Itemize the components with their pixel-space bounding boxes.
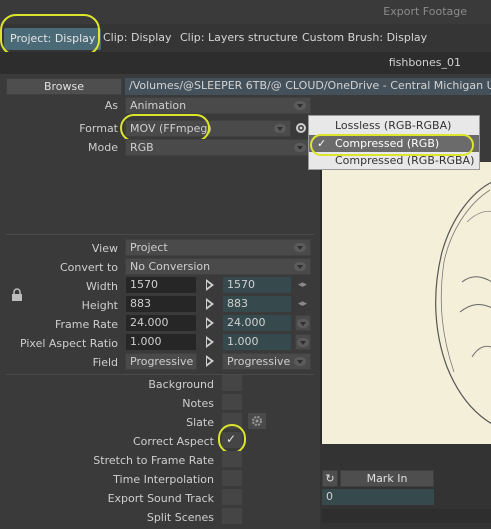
chevron-down-icon <box>294 357 306 366</box>
refresh-icon[interactable]: ↻ <box>322 470 338 487</box>
tab-custom-brush-display[interactable]: Custom Brush: Display <box>302 31 427 44</box>
tab-clip-display[interactable]: Clip: Display <box>103 31 172 44</box>
pixel-aspect-target-field[interactable]: 1.000 <box>223 334 291 350</box>
background-checkbox[interactable] <box>222 375 242 391</box>
frame-rate-target-field[interactable]: 24.000 <box>223 315 291 331</box>
stretch-frame-rate-checkbox[interactable] <box>222 451 242 467</box>
correct-aspect-label: Correct Aspect <box>132 435 214 448</box>
view-dropdown[interactable]: Project <box>125 239 311 256</box>
pixel-aspect-dropdown[interactable] <box>295 334 311 350</box>
section-divider <box>6 234 314 235</box>
mode-dropdown[interactable]: RGB <box>125 139 311 156</box>
spinner-icon[interactable]: ◂▸ <box>298 279 308 291</box>
stretch-frame-rate-label: Stretch to Frame Rate <box>93 454 214 467</box>
preview-canvas <box>320 162 491 444</box>
background-label: Background <box>148 378 214 391</box>
height-target-field[interactable]: 883 <box>223 296 291 312</box>
frame-rate-dropdown[interactable] <box>295 315 311 331</box>
browse-button[interactable]: Browse <box>6 78 122 95</box>
as-dropdown[interactable]: Animation <box>125 97 311 114</box>
chevron-down-icon <box>297 319 309 328</box>
sketch-drawing <box>435 181 491 425</box>
chevron-down-icon <box>274 124 286 133</box>
output-path-field[interactable]: /Volumes/@SLEEPER 6TB/@ CLOUD/OneDrive -… <box>125 78 491 95</box>
export-sound-track-checkbox[interactable] <box>222 489 242 505</box>
highlight-circle-tab <box>0 14 100 56</box>
width-label: Width <box>86 280 118 293</box>
tab-clip-layers-structure[interactable]: Clip: Layers structure <box>180 31 298 44</box>
highlight-circle-compressed <box>310 134 474 156</box>
convert-to-value: No Conversion <box>130 260 211 273</box>
mode-value: RGB <box>130 141 154 154</box>
as-label: As <box>104 99 118 112</box>
timeline-scrub-bar[interactable] <box>322 509 491 523</box>
notes-label: Notes <box>182 397 214 410</box>
field-source-value: Progressive <box>130 355 194 368</box>
format-label: Format <box>79 122 118 135</box>
copy-arrow-icon[interactable] <box>206 336 214 348</box>
section-divider <box>6 374 314 375</box>
copy-arrow-icon[interactable] <box>206 355 214 367</box>
chevron-down-icon <box>294 101 306 110</box>
window-title: Export Footage <box>383 5 467 18</box>
width-target-field[interactable]: 1570 <box>223 277 291 293</box>
field-target-value: Progressive <box>227 355 291 368</box>
time-interpolation-checkbox[interactable] <box>222 470 242 486</box>
spinner-icon[interactable]: ◂▸ <box>298 298 308 310</box>
chevron-down-icon <box>294 243 306 252</box>
frame-rate-label: Frame Rate <box>55 318 118 331</box>
height-label: Height <box>81 299 118 312</box>
copy-arrow-icon[interactable] <box>206 279 214 291</box>
split-scenes-label: Split Scenes <box>146 511 214 524</box>
convert-to-label: Convert to <box>59 261 118 274</box>
split-scenes-checkbox[interactable] <box>222 508 242 524</box>
field-source-dropdown[interactable]: Progressive <box>125 353 197 370</box>
width-source-field[interactable]: 1570 <box>126 277 196 293</box>
frame-rate-source-field[interactable]: 24.000 <box>126 315 196 331</box>
option-lossless-rgb-rgba[interactable]: Lossless (RGB-RGBA) <box>309 117 479 134</box>
view-value: Project <box>130 241 168 254</box>
convert-to-dropdown[interactable]: No Conversion <box>125 258 311 275</box>
time-interpolation-label: Time Interpolation <box>113 473 214 486</box>
copy-arrow-icon[interactable] <box>206 298 214 310</box>
mark-in-button[interactable]: Mark In <box>340 470 434 487</box>
view-label: View <box>91 242 118 255</box>
height-source-field[interactable]: 883 <box>126 296 196 312</box>
mark-in-field[interactable]: 0 <box>322 489 434 505</box>
pixel-aspect-label: Pixel Aspect Ratio <box>19 337 118 350</box>
slate-label: Slate <box>186 416 214 429</box>
chevron-down-icon <box>294 262 306 271</box>
highlight-circle-correct-aspect <box>218 424 246 454</box>
mode-label: Mode <box>88 141 118 154</box>
format-settings-gear-icon[interactable] <box>294 120 308 136</box>
footage-name: fishbones_01 <box>388 56 461 69</box>
as-value: Animation <box>130 99 187 112</box>
chevron-down-icon <box>297 338 309 347</box>
field-label: Field <box>92 356 118 369</box>
slate-settings-gear-icon[interactable] <box>248 413 266 429</box>
chevron-down-icon <box>294 143 306 152</box>
highlight-circle-format <box>120 114 210 142</box>
pixel-aspect-source-field[interactable]: 1.000 <box>126 334 196 350</box>
notes-checkbox[interactable] <box>222 394 242 410</box>
copy-arrow-icon[interactable] <box>206 317 214 329</box>
export-sound-track-label: Export Sound Track <box>107 492 214 505</box>
field-target-dropdown[interactable]: Progressive <box>222 353 311 370</box>
footage-name-bar: fishbones_01 <box>0 52 491 74</box>
